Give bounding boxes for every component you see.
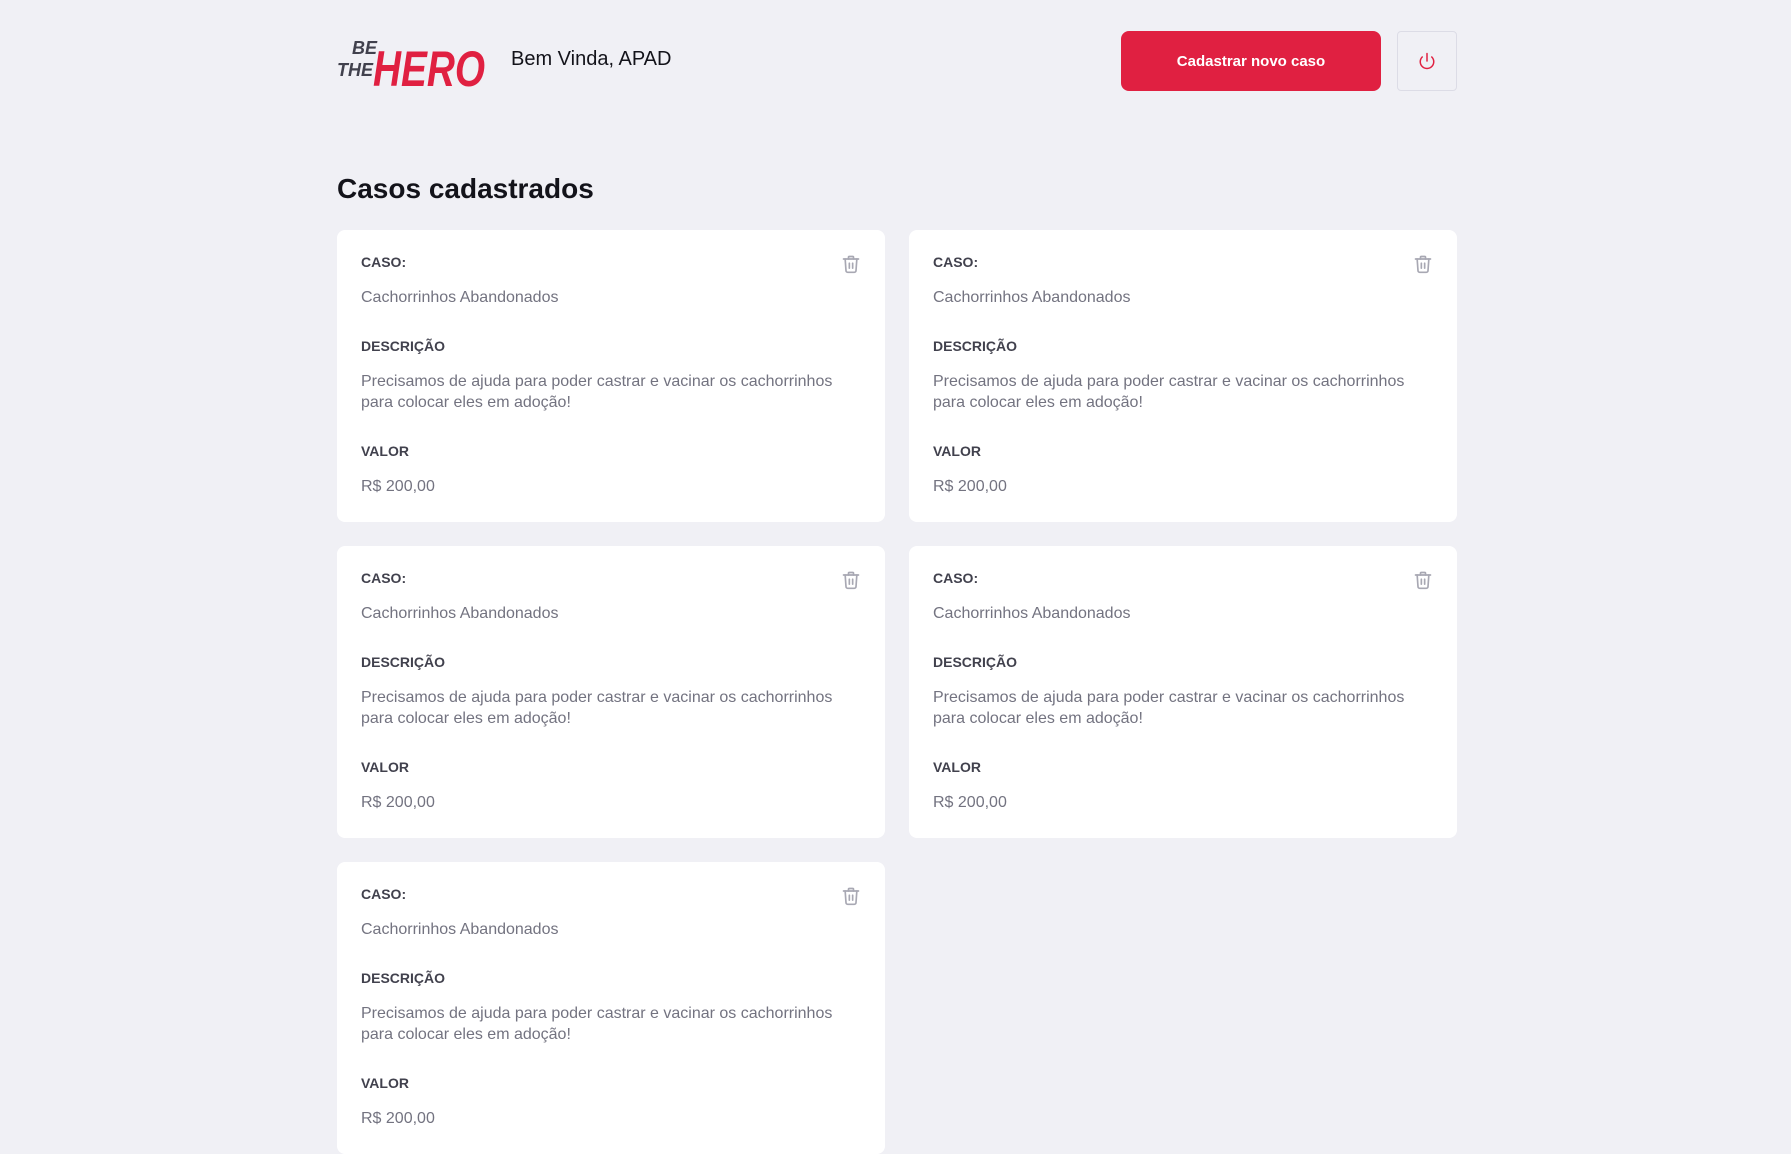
case-description: Precisamos de ajuda para poder castrar e…	[361, 373, 833, 411]
description-label: DESCRIÇÃO	[933, 338, 1018, 354]
welcome-greeting: Bem Vinda, APAD	[511, 48, 672, 70]
power-icon	[1419, 52, 1435, 70]
value-label: VALOR	[361, 1075, 409, 1091]
logout-button[interactable]	[1397, 31, 1457, 91]
case-value: R$ 200,00	[361, 794, 435, 811]
case-description: Precisamos de ajuda para poder castrar e…	[361, 689, 833, 727]
case-label: CASO:	[933, 570, 979, 586]
case-description: Precisamos de ajuda para poder castrar e…	[933, 373, 1405, 411]
case-card: CASO: Cachorrinhos Abandonados DESCRIÇÃO…	[337, 862, 885, 1154]
delete-case-button[interactable]	[1413, 254, 1433, 274]
description-label: DESCRIÇÃO	[361, 970, 446, 986]
case-description: Precisamos de ajuda para poder castrar e…	[933, 689, 1405, 727]
case-title: Cachorrinhos Abandonados	[361, 289, 559, 306]
trash-icon	[1414, 255, 1432, 274]
description-label: DESCRIÇÃO	[933, 654, 1018, 670]
trash-icon	[842, 255, 860, 274]
header: BE THE HERO Bem Vinda, APAD Cadastrar no…	[337, 0, 1457, 120]
case-label: CASO:	[361, 570, 407, 586]
delete-case-button[interactable]	[841, 886, 861, 906]
case-value: R$ 200,00	[933, 794, 1007, 811]
logo-line-the: THE	[337, 60, 374, 80]
case-card: CASO: Cachorrinhos Abandonados DESCRIÇÃO…	[909, 546, 1457, 838]
case-card: CASO: Cachorrinhos Abandonados DESCRIÇÃO…	[909, 230, 1457, 522]
case-value: R$ 200,00	[933, 478, 1007, 495]
logo-word-hero: HERO	[373, 41, 485, 94]
delete-case-button[interactable]	[841, 254, 861, 274]
delete-case-button[interactable]	[841, 570, 861, 590]
case-label: CASO:	[361, 886, 407, 902]
case-label: CASO:	[361, 254, 407, 270]
value-label: VALOR	[933, 443, 981, 459]
case-value: R$ 200,00	[361, 1110, 435, 1127]
be-the-hero-logo: BE THE HERO	[337, 38, 485, 94]
case-description: Precisamos de ajuda para poder castrar e…	[361, 1005, 833, 1043]
value-label: VALOR	[933, 759, 981, 775]
value-label: VALOR	[361, 443, 409, 459]
profile-page: BE THE HERO Bem Vinda, APAD Cadastrar no…	[337, 0, 1457, 1154]
case-title: Cachorrinhos Abandonados	[933, 289, 1131, 306]
value-label: VALOR	[361, 759, 409, 775]
case-value: R$ 200,00	[361, 478, 435, 495]
delete-case-button[interactable]	[1413, 570, 1433, 590]
case-title: Cachorrinhos Abandonados	[361, 605, 559, 622]
trash-icon	[1414, 571, 1432, 590]
trash-icon	[842, 571, 860, 590]
trash-icon	[842, 887, 860, 906]
case-title: Cachorrinhos Abandonados	[933, 605, 1131, 622]
description-label: DESCRIÇÃO	[361, 654, 446, 670]
new-case-button[interactable]: Cadastrar novo caso	[1121, 31, 1381, 91]
case-label: CASO:	[933, 254, 979, 270]
page-title: Casos cadastrados	[337, 173, 594, 204]
case-card: CASO: Cachorrinhos Abandonados DESCRIÇÃO…	[337, 230, 885, 522]
description-label: DESCRIÇÃO	[361, 338, 446, 354]
cases-list: CASO: Cachorrinhos Abandonados DESCRIÇÃO…	[337, 230, 1457, 1154]
case-title: Cachorrinhos Abandonados	[361, 921, 559, 938]
case-card: CASO: Cachorrinhos Abandonados DESCRIÇÃO…	[337, 546, 885, 838]
